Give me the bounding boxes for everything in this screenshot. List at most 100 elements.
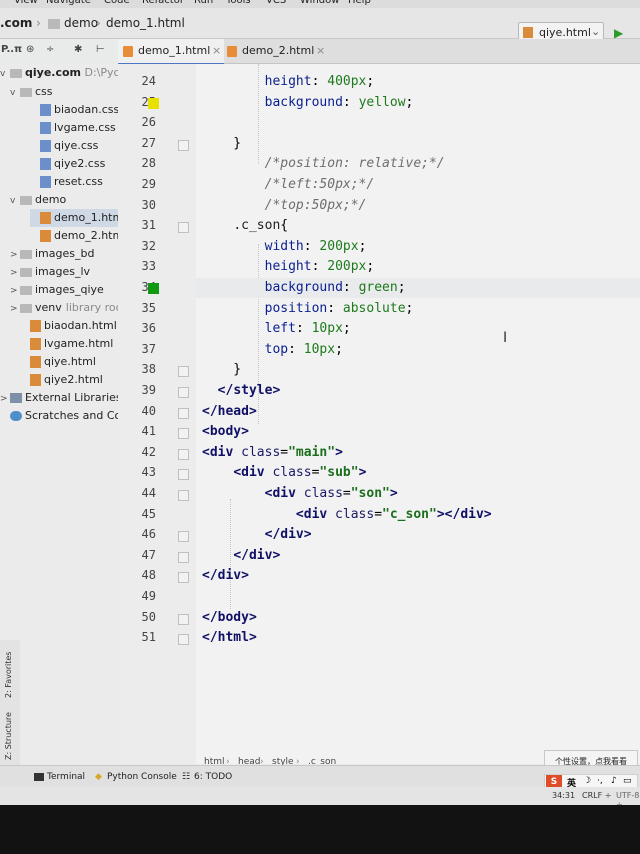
tree-root[interactable]: vqiye.com D:\Pycharm (0, 64, 130, 82)
code-token: body (217, 609, 249, 625)
tab-demo-2[interactable]: demo_2.html × (222, 39, 328, 63)
code-line[interactable]: <div class="sub"> (202, 465, 366, 480)
tree-item[interactable]: Scratches and Consoles (0, 407, 130, 425)
project-tool-label[interactable]: P..π (1, 44, 22, 55)
hide-panel-icon[interactable]: ⊢ (96, 44, 105, 55)
code-line[interactable]: /*position: relative;*/ (202, 156, 445, 171)
close-icon[interactable]: × (316, 39, 325, 63)
fold-marker-icon[interactable] (178, 490, 189, 501)
fold-marker-icon[interactable] (178, 551, 189, 563)
tree-item[interactable]: biaodan.css (30, 101, 119, 119)
code-token: > (272, 383, 281, 398)
tree-item[interactable]: > images_bd (10, 245, 94, 263)
code-line[interactable]: background: yellow; (202, 95, 414, 110)
microphone-icon[interactable]: ♪ (611, 776, 617, 786)
menu-item[interactable]: VCS (266, 0, 286, 6)
caret-position[interactable]: 34:31 (552, 791, 575, 800)
code-line[interactable]: top: 10px; (202, 342, 343, 357)
fold-marker-icon[interactable] (178, 634, 189, 646)
code-line[interactable]: left: 10px; (202, 321, 351, 336)
tree-item[interactable]: > images_lv (10, 263, 90, 281)
tree-item[interactable]: biaodan.html (20, 317, 117, 335)
collapse-all-icon[interactable]: ÷ (46, 44, 54, 55)
code-line[interactable]: /*top:50px;*/ (202, 198, 367, 213)
tree-item[interactable]: lvgame.css (30, 119, 116, 137)
line-separator[interactable]: CRLF ÷ (582, 791, 611, 800)
code-line[interactable]: </body> (202, 610, 257, 625)
fold-marker-icon[interactable] (178, 222, 189, 234)
code-line[interactable]: /*left:50px;*/ (202, 177, 375, 192)
code-token: 400px (327, 74, 367, 89)
code-editor[interactable]: height: 400px; background: yellow; } /*p… (196, 64, 640, 764)
fold-marker-icon[interactable] (178, 531, 189, 543)
code-line[interactable]: <div class="main"> (202, 445, 343, 460)
menu-item[interactable]: Tools (226, 0, 251, 6)
terminal-tab[interactable]: Terminal (47, 772, 85, 782)
tree-item[interactable]: v css (10, 83, 53, 101)
menu-item[interactable]: Run (194, 0, 213, 6)
punctuation-icon[interactable]: ·, (597, 776, 603, 786)
fold-marker-icon[interactable] (178, 613, 189, 625)
code-line[interactable]: </style> (202, 383, 281, 398)
code-line[interactable]: height: 400px; (202, 74, 375, 89)
menu-item[interactable]: Window (300, 0, 339, 6)
nav-crumb-file[interactable]: demo_1.html (106, 16, 185, 30)
fold-marker-icon[interactable] (178, 366, 189, 378)
code-line[interactable]: background: green; (202, 280, 406, 295)
tree-item[interactable]: qiye2.html (20, 371, 103, 389)
color-swatch-icon[interactable] (148, 283, 159, 294)
tree-item[interactable]: > images_qiye (10, 281, 104, 299)
fold-marker-icon[interactable] (178, 387, 189, 398)
code-line[interactable]: </html> (202, 630, 257, 645)
code-line[interactable]: <div class="c_son"></div> (202, 507, 492, 522)
code-line[interactable]: </div> (202, 548, 280, 563)
code-line[interactable]: </div> (202, 527, 312, 542)
nav-crumb-project[interactable]: .com (0, 16, 32, 30)
tree-item[interactable]: reset.css (30, 173, 103, 191)
python-console-tab[interactable]: Python Console (107, 772, 177, 782)
code-line[interactable]: position: absolute; (202, 301, 414, 316)
tree-item[interactable]: v demo (10, 191, 66, 209)
fold-marker-icon[interactable] (178, 572, 189, 584)
code-line[interactable]: <div class="son"> (202, 486, 398, 501)
menu-item[interactable]: Navigate (46, 0, 91, 6)
fold-marker-icon[interactable] (178, 469, 189, 481)
moon-icon[interactable]: ☽ (583, 776, 591, 786)
tree-item[interactable]: > venv library root (10, 299, 127, 317)
keyboard-icon[interactable]: ▭ (623, 776, 632, 786)
close-icon[interactable]: × (212, 39, 221, 63)
tree-item[interactable]: qiye.html (20, 353, 96, 371)
code-line[interactable]: } (202, 362, 241, 377)
tree-item[interactable]: qiye2.css (30, 155, 105, 173)
code-line[interactable]: height: 200px; (202, 259, 375, 274)
code-line[interactable]: </head> (202, 404, 257, 419)
menu-item[interactable]: Code (104, 0, 130, 6)
tree-item[interactable]: > External Libraries (0, 389, 122, 407)
code-line[interactable]: .c_son{ (202, 218, 288, 233)
code-line[interactable]: <body> (202, 424, 249, 439)
color-swatch-icon[interactable] (148, 97, 159, 109)
code-line[interactable]: } (202, 136, 241, 151)
fold-marker-icon[interactable] (178, 407, 189, 419)
menu-item[interactable]: Help (348, 0, 371, 6)
gear-icon[interactable]: ✱ (74, 44, 82, 55)
favorites-tab[interactable]: 2: Favorites (4, 652, 13, 698)
menu-item[interactable]: Refactor (142, 0, 184, 6)
tree-item[interactable]: qiye.css (30, 137, 98, 155)
fold-marker-icon[interactable] (178, 448, 189, 460)
structure-tab[interactable]: Z: Structure (4, 712, 13, 760)
fold-marker-icon[interactable] (178, 139, 189, 151)
tree-item[interactable]: lvgame.html (20, 335, 113, 353)
code-line[interactable]: width: 200px; (202, 239, 367, 254)
file-encoding[interactable]: UTF-8 ÷ (616, 791, 640, 805)
run-play-icon[interactable]: ▶ (614, 26, 623, 40)
tree-item[interactable]: demo_1.html (30, 209, 130, 227)
nav-crumb-folder[interactable]: demo (64, 16, 98, 30)
todo-tab[interactable]: 6: TODO (194, 772, 232, 782)
tree-item[interactable]: demo_2.html (30, 227, 126, 245)
menu-item[interactable]: View (14, 0, 38, 6)
fold-marker-icon[interactable] (178, 428, 189, 440)
code-line[interactable]: </div> (202, 568, 249, 583)
target-icon[interactable]: ⊛ (26, 44, 34, 55)
tab-demo-1[interactable]: demo_1.html × (118, 39, 225, 65)
